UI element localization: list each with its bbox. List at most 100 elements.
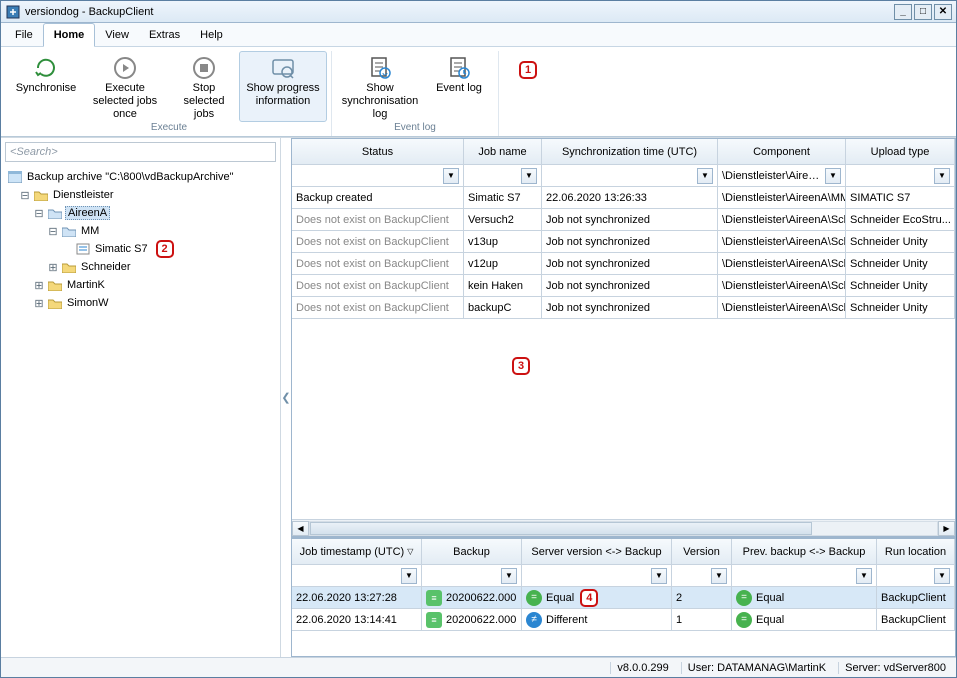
progress-icon [270, 54, 296, 82]
col-uploadtype[interactable]: Upload type [846, 139, 955, 165]
table-row[interactable]: Does not exist on BackupClientv12upJob n… [292, 253, 955, 275]
synchronise-button[interactable]: Synchronise [11, 51, 81, 122]
folder-open-icon [47, 208, 63, 219]
menu-home[interactable]: Home [43, 23, 96, 47]
close-button[interactable]: ✕ [934, 4, 952, 20]
table-row[interactable]: Does not exist on BackupClientbackupCJob… [292, 297, 955, 319]
expand-icon[interactable]: ⊞ [33, 297, 45, 310]
play-once-icon [112, 54, 138, 82]
backups-grid[interactable]: Job timestamp (UTC)▽ Backup Server versi… [291, 538, 956, 657]
component-icon [75, 243, 91, 255]
show-sync-log-button[interactable]: Show synchronisation log [336, 51, 424, 122]
filter-dropdown[interactable]: ▼ [934, 168, 950, 184]
backup-icon: ≡ [426, 590, 442, 606]
stop-icon [191, 54, 217, 82]
menu-extras[interactable]: Extras [139, 23, 190, 46]
col-status[interactable]: Status [292, 139, 464, 165]
search-input[interactable]: <Search> [5, 142, 276, 162]
col-prev-vs-backup[interactable]: Prev. backup <-> Backup [732, 539, 877, 565]
filter-dropdown[interactable]: ▼ [697, 168, 713, 184]
sync-icon [33, 54, 59, 82]
window-title: versiondog - BackupClient [25, 6, 153, 18]
menu-bar: File Home View Extras Help [1, 23, 956, 47]
status-bar: v8.0.0.299 User: DATAMANAG\MartinK Serve… [1, 657, 956, 677]
status-user: User: DATAMANAG\MartinK [681, 662, 832, 674]
filter-dropdown[interactable]: ▼ [856, 568, 872, 584]
tree-node-aireena[interactable]: ⊟ AireenA [5, 204, 276, 222]
tree-node-schneider[interactable]: ⊞ Schneider [5, 258, 276, 276]
event-log-icon [446, 54, 472, 82]
splitter-handle[interactable]: ❮ [281, 138, 291, 657]
archive-icon [7, 171, 23, 183]
table-row[interactable]: Does not exist on BackupClientVersuch2Jo… [292, 209, 955, 231]
equal-icon: = [736, 612, 752, 628]
expand-icon[interactable]: ⊞ [33, 279, 45, 292]
collapse-icon[interactable]: ⊟ [19, 189, 31, 202]
sidebar: <Search> Backup archive "C:\800\vdBackup… [1, 138, 281, 657]
maximize-button[interactable]: □ [914, 4, 932, 20]
event-log-button[interactable]: Event log [424, 51, 494, 122]
filter-dropdown[interactable]: ▼ [934, 568, 950, 584]
col-runlocation[interactable]: Run location [877, 539, 955, 565]
sync-log-icon [367, 54, 393, 82]
tree-node-mm[interactable]: ⊟ MM [5, 222, 276, 240]
col-component[interactable]: Component [718, 139, 846, 165]
grid-body[interactable]: 22.06.2020 13:27:28≡20200622.000=Equal 4… [292, 587, 955, 656]
scroll-right-button[interactable]: ▶ [938, 521, 955, 536]
tree[interactable]: Backup archive "C:\800\vdBackupArchive" … [1, 166, 280, 657]
col-job[interactable]: Job name [464, 139, 542, 165]
folder-icon [47, 298, 63, 309]
jobs-grid[interactable]: Status Job name Synchronization time (UT… [291, 138, 956, 537]
ribbon-group-execute: Synchronise Execute selected jobs once S… [7, 51, 332, 136]
callout-2: 2 [156, 240, 174, 258]
tree-node-simonw[interactable]: ⊞ SimonW [5, 294, 276, 312]
table-row[interactable]: 22.06.2020 13:27:28≡20200622.000=Equal 4… [292, 587, 955, 609]
tree-node-dienstleister[interactable]: ⊟ Dienstleister [5, 186, 276, 204]
table-row[interactable]: Does not exist on BackupClientkein Haken… [292, 275, 955, 297]
table-row[interactable]: Backup createdSimatic S722.06.2020 13:26… [292, 187, 955, 209]
expand-icon[interactable]: ⊞ [47, 261, 59, 274]
filter-dropdown[interactable]: ▼ [443, 168, 459, 184]
show-progress-button[interactable]: Show progress information [239, 51, 327, 122]
col-server-vs-backup[interactable]: Server version <-> Backup [522, 539, 672, 565]
table-row[interactable]: 22.06.2020 13:14:41≡20200622.000≠Differe… [292, 609, 955, 631]
menu-file[interactable]: File [5, 23, 43, 46]
backup-icon: ≡ [426, 612, 442, 628]
filter-dropdown[interactable]: ▼ [501, 568, 517, 584]
col-version[interactable]: Version [672, 539, 732, 565]
filter-dropdown[interactable]: ▼ [521, 168, 537, 184]
col-synctime[interactable]: Synchronization time (UTC) [542, 139, 718, 165]
different-icon: ≠ [526, 612, 542, 628]
collapse-icon[interactable]: ⊟ [47, 225, 59, 238]
collapse-icon[interactable]: ⊟ [33, 207, 45, 220]
app-icon [5, 4, 21, 20]
filter-dropdown[interactable]: ▼ [711, 568, 727, 584]
grid-filter-row[interactable]: ▼ ▼ ▼ \Dienstleister\AireenA\MM\Simatic … [292, 165, 955, 187]
equal-icon: = [736, 590, 752, 606]
menu-help[interactable]: Help [190, 23, 233, 46]
scroll-left-button[interactable]: ◀ [292, 521, 309, 536]
filter-dropdown[interactable]: ▼ [401, 568, 417, 584]
ribbon-group-eventlog: Show synchronisation log Event log Event… [332, 51, 499, 136]
tree-root[interactable]: Backup archive "C:\800\vdBackupArchive" [5, 168, 276, 186]
callout-3: 3 [512, 357, 530, 375]
folder-icon [47, 280, 63, 291]
minimize-button[interactable]: _ [894, 4, 912, 20]
grid-header: Status Job name Synchronization time (UT… [292, 139, 955, 165]
filter-dropdown[interactable]: ▼ [651, 568, 667, 584]
grid-body[interactable]: Backup createdSimatic S722.06.2020 13:26… [292, 187, 955, 519]
tree-node-simatic[interactable]: · Simatic S7 2 [5, 240, 276, 258]
col-timestamp[interactable]: Job timestamp (UTC)▽ [292, 539, 422, 565]
stop-selected-button[interactable]: Stop selected jobs [169, 51, 239, 122]
execute-selected-button[interactable]: Execute selected jobs once [81, 51, 169, 122]
table-row[interactable]: Does not exist on BackupClientv13upJob n… [292, 231, 955, 253]
h-scrollbar[interactable]: ◀ ▶ [292, 519, 955, 536]
filter-dropdown[interactable]: ▼ [825, 168, 841, 184]
tree-node-martink[interactable]: ⊞ MartinK [5, 276, 276, 294]
title-bar: versiondog - BackupClient _ □ ✕ [1, 1, 956, 23]
col-backup[interactable]: Backup [422, 539, 522, 565]
menu-view[interactable]: View [95, 23, 139, 46]
equal-icon: = [526, 590, 542, 606]
folder-open-icon [61, 226, 77, 237]
grid-filter-row[interactable]: ▼ ▼ ▼ ▼ ▼ ▼ [292, 565, 955, 587]
